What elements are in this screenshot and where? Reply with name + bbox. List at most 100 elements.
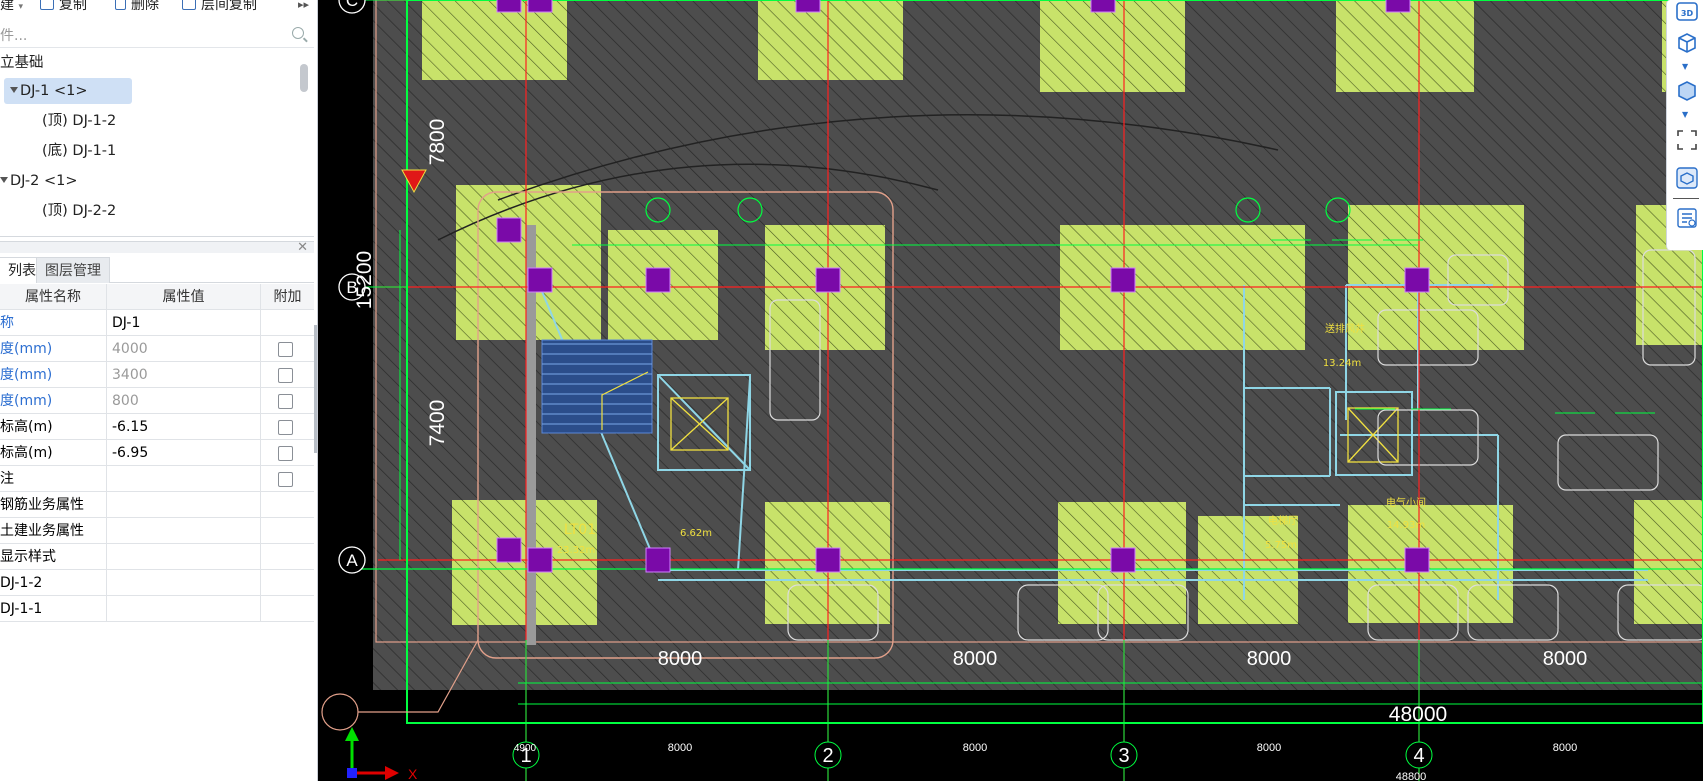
cube-icon[interactable] bbox=[1675, 30, 1699, 54]
property-value[interactable] bbox=[107, 596, 261, 622]
drawing-canvas[interactable]: C B A 1 2 3 4 8000 8000 8000 8000 48000 8000 8000 8000… bbox=[318, 0, 1703, 781]
foundation-pad bbox=[1336, 0, 1474, 92]
dimension-vertical: 7400 bbox=[426, 400, 449, 447]
property-name: 标高(m) bbox=[0, 440, 107, 466]
extra-checkbox[interactable] bbox=[278, 446, 293, 461]
column bbox=[496, 217, 522, 243]
property-name: 度(mm) bbox=[0, 362, 107, 388]
search-input[interactable]: 件... bbox=[0, 25, 27, 45]
tree-item-dj-2-2[interactable]: (顶) DJ-2-2 bbox=[42, 198, 116, 224]
property-value[interactable] bbox=[107, 466, 261, 492]
property-extra bbox=[261, 336, 314, 362]
dimension-small: 8000 bbox=[668, 742, 692, 754]
tree-root[interactable]: 立基础 bbox=[0, 50, 44, 76]
foundation-pad bbox=[1348, 505, 1513, 623]
tree-item-dj-1[interactable]: DJ-1 <1> bbox=[4, 78, 132, 104]
room-label: 14.93m bbox=[1387, 520, 1425, 531]
toolbar-more-button[interactable]: ▸▸ bbox=[298, 0, 309, 15]
component-search[interactable]: 件... bbox=[0, 20, 314, 48]
dimension-small: 4900 bbox=[514, 743, 537, 754]
cad-drawing[interactable]: CBA1 2 3 48000 8000 8000 8000480008000 8000 8000… bbox=[318, 0, 1703, 781]
property-value[interactable]: -6.95 bbox=[107, 440, 261, 466]
view-toolbar: 3D ▼ ▼ bbox=[1666, 0, 1703, 250]
property-name: DJ-1-2 bbox=[0, 570, 107, 596]
divider bbox=[0, 236, 314, 237]
column bbox=[815, 547, 841, 573]
search-icon[interactable] bbox=[292, 27, 304, 39]
floor-copy-label: 层间复制 bbox=[201, 0, 257, 13]
property-row[interactable]: 钢筋业务属性 bbox=[0, 492, 314, 518]
3d-view-icon[interactable]: 3D bbox=[1675, 0, 1699, 24]
extra-checkbox[interactable] bbox=[278, 368, 293, 383]
tree-item-dj-1-1[interactable]: (底) DJ-1-1 bbox=[42, 138, 116, 164]
axis-label: 2 bbox=[822, 745, 833, 767]
property-name: 显示样式 bbox=[0, 544, 107, 570]
property-value[interactable] bbox=[107, 570, 261, 596]
copy-icon bbox=[40, 0, 54, 10]
property-row[interactable]: 称 DJ-1 bbox=[0, 310, 314, 336]
property-value[interactable]: -6.15 bbox=[107, 414, 261, 440]
panel-split-bar[interactable]: ✕ bbox=[0, 240, 314, 255]
property-row[interactable]: 度(mm) 800 bbox=[0, 388, 314, 414]
floor-copy-icon bbox=[182, 0, 196, 10]
property-row[interactable]: DJ-1-1 bbox=[0, 596, 314, 622]
property-value[interactable] bbox=[107, 492, 261, 518]
new-button[interactable]: 建 ▾ bbox=[0, 0, 23, 15]
copy-button[interactable]: 复制 bbox=[40, 0, 87, 15]
axis-label: 4 bbox=[1413, 745, 1424, 767]
floor-copy-button[interactable]: 层间复制 bbox=[182, 0, 257, 15]
extra-checkbox[interactable] bbox=[278, 342, 293, 357]
axis-label: A bbox=[346, 551, 358, 570]
tree-item-dj-1-2[interactable]: (顶) DJ-1-2 bbox=[42, 108, 116, 134]
tree-scrollbar[interactable] bbox=[300, 64, 308, 92]
tab-layer-manager[interactable]: 图层管理 bbox=[36, 257, 110, 283]
header-value: 属性值 bbox=[107, 284, 261, 310]
column bbox=[1404, 267, 1430, 293]
property-value[interactable] bbox=[107, 518, 261, 544]
layer-icon[interactable] bbox=[1675, 166, 1699, 190]
expand-caret-icon[interactable] bbox=[10, 87, 18, 93]
property-value[interactable]: 800 bbox=[107, 388, 261, 414]
left-panel: 建 ▾ 复制 删除 层间复制 ▸▸ 件... 立基础 DJ-1 <1> (顶) … bbox=[0, 0, 318, 781]
extra-checkbox[interactable] bbox=[278, 472, 293, 487]
dimension-vertical: 7800 bbox=[426, 119, 449, 166]
tree-item-dj-2[interactable]: DJ-2 <1> bbox=[0, 168, 78, 194]
property-row[interactable]: 土建业务属性 bbox=[0, 518, 314, 544]
room-label: 电气小间 bbox=[1386, 496, 1426, 509]
property-name: 土建业务属性 bbox=[0, 518, 107, 544]
property-name: 称 bbox=[0, 310, 107, 336]
property-row[interactable]: DJ-1-2 bbox=[0, 570, 314, 596]
property-value[interactable]: 4000 bbox=[107, 336, 261, 362]
property-value[interactable] bbox=[107, 544, 261, 570]
dropdown-caret-icon[interactable]: ▼ bbox=[1682, 110, 1688, 119]
dimension-text: 8000 bbox=[658, 648, 703, 670]
cube-filled-icon[interactable] bbox=[1675, 78, 1699, 102]
property-name: 标高(m) bbox=[0, 414, 107, 440]
property-row[interactable]: 注 bbox=[0, 466, 314, 492]
extra-checkbox[interactable] bbox=[278, 394, 293, 409]
copy-label: 复制 bbox=[59, 0, 87, 13]
property-row[interactable]: 显示样式 bbox=[0, 544, 314, 570]
foundation-pad bbox=[1040, 0, 1185, 92]
property-row[interactable]: 标高(m) -6.95 bbox=[0, 440, 314, 466]
axis-x-arrowhead bbox=[385, 766, 399, 780]
extra-checkbox[interactable] bbox=[278, 420, 293, 435]
properties-icon[interactable] bbox=[1675, 206, 1699, 230]
dimension-text: 8000 bbox=[1247, 648, 1292, 670]
property-value[interactable]: DJ-1 bbox=[107, 310, 261, 336]
property-extra bbox=[261, 544, 314, 570]
property-row[interactable]: 标高(m) -6.15 bbox=[0, 414, 314, 440]
column bbox=[1110, 267, 1136, 293]
dimension-text: 8000 bbox=[1543, 648, 1588, 670]
property-row[interactable]: 度(mm) 4000 bbox=[0, 336, 314, 362]
column bbox=[496, 537, 522, 563]
delete-button[interactable]: 删除 bbox=[115, 0, 159, 15]
property-value[interactable]: 3400 bbox=[107, 362, 261, 388]
column bbox=[645, 547, 671, 573]
fit-screen-icon[interactable] bbox=[1675, 128, 1699, 152]
dropdown-caret-icon[interactable]: ▼ bbox=[1682, 62, 1688, 71]
expand-caret-icon[interactable] bbox=[0, 177, 8, 183]
property-row[interactable]: 度(mm) 3400 bbox=[0, 362, 314, 388]
close-icon[interactable]: ✕ bbox=[297, 240, 308, 255]
dimension-text: 8000 bbox=[953, 648, 998, 670]
